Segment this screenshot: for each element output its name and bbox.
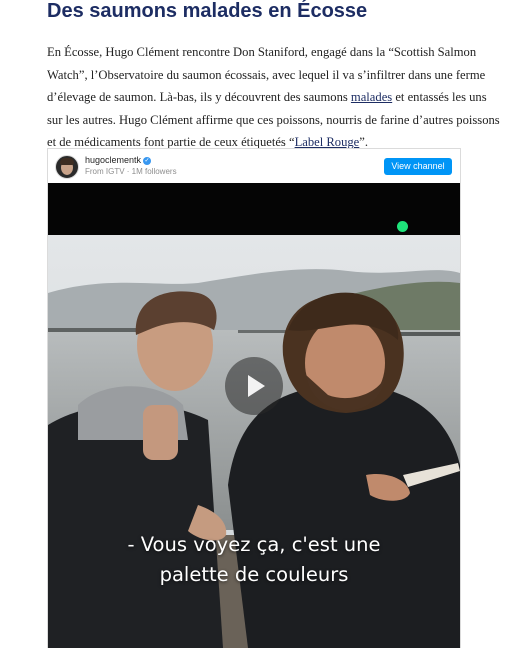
avatar[interactable] [55,155,79,179]
link-malades[interactable]: malades [351,90,392,104]
video-player[interactable]: - Vous voyez ça, c'est une palette de co… [48,183,460,648]
play-icon[interactable] [225,357,283,415]
verified-badge-icon: ✓ [143,156,152,165]
embed-meta: From IGTV · 1M followers [85,167,177,176]
subtitle-line-2: palette de couleurs [159,563,349,586]
article-paragraph: En Écosse, Hugo Clément rencontre Don St… [47,41,503,154]
view-channel-button[interactable]: View channel [384,158,452,175]
live-indicator-dot [397,221,408,232]
video-frame [48,235,460,648]
embed-username[interactable]: hugoclementk ✓ [85,155,152,165]
subtitle-line-1: - Vous voyez ça, c'est une [127,533,381,556]
article-heading: Des saumons malades en Écosse [47,0,368,22]
embed-header: hugoclementk ✓ From IGTV · 1M followers V… [48,149,460,183]
instagram-embed: hugoclementk ✓ From IGTV · 1M followers V… [47,148,461,648]
